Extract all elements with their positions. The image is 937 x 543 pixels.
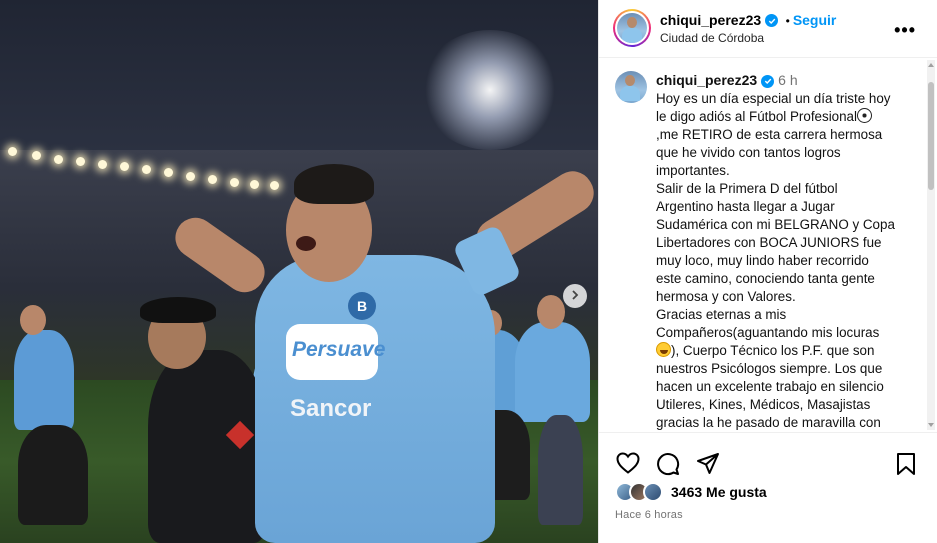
stadium-light — [8, 147, 17, 156]
header-title-row: chiqui_perez23 • Seguir — [660, 12, 836, 30]
background-player-head — [20, 305, 46, 335]
author-username[interactable]: chiqui_perez23 — [660, 12, 761, 28]
header-separator: • — [785, 14, 790, 28]
background-player — [14, 330, 74, 430]
comment-icon — [656, 453, 680, 480]
caption-line: gracias la he pasado de maravilla con — [656, 415, 881, 430]
bookmark-icon — [896, 453, 916, 480]
caption-line: importantes. — [656, 163, 730, 178]
caption-line: Argentino hasta llegar a Jugar — [656, 199, 835, 214]
main-player-mouth — [296, 236, 316, 251]
scroll-up-arrow-icon[interactable] — [928, 63, 934, 67]
follow-button[interactable]: Seguir — [793, 12, 837, 28]
caption-line: hacen un excelente trabajo en silencio — [656, 379, 884, 394]
scroll-down-arrow-icon[interactable] — [928, 423, 934, 427]
caption-line: muy loco, muy lindo haber recorrido — [656, 253, 869, 268]
more-options-button[interactable]: ••• — [894, 20, 916, 41]
stadium-light — [208, 175, 217, 184]
caption-line: Gracias eternas a mis — [656, 307, 787, 322]
comment-button[interactable] — [656, 452, 680, 481]
caption-scroll-area[interactable]: chiqui_perez23 6 h Hoy es un día especial… — [599, 59, 937, 431]
stadium-light — [120, 162, 129, 171]
liker-avatar — [643, 482, 663, 502]
share-button[interactable] — [696, 452, 720, 481]
caption-line: Utileres, Kines, Médicos, Masajistas — [656, 397, 871, 412]
post-actions: 3463 Me gusta Hace 6 horas — [599, 432, 937, 543]
background-player-head — [537, 295, 565, 329]
main-player-hair — [294, 164, 374, 204]
verified-icon — [765, 14, 779, 28]
stadium-light — [76, 157, 85, 166]
caption-line: Sudamérica con mi BELGRANO y Copa — [656, 217, 895, 232]
caption-line: Hoy es un día especial un día triste hoy — [656, 91, 891, 106]
avatar-image — [617, 13, 647, 43]
next-photo-button[interactable] — [563, 284, 587, 308]
caption-line: hermosa y con Valores. — [656, 289, 796, 304]
stadium-light — [54, 155, 63, 164]
caption-line: ), Cuerpo Técnico los P.F. que son — [671, 343, 875, 358]
caption-line: Salir de la Primera D del fútbol — [656, 181, 838, 196]
liker-avatars — [615, 482, 663, 502]
stadium-light — [270, 181, 279, 190]
caption-line: le digo adiós al Fútbol Profesional — [656, 109, 857, 124]
caption-line: este camino, conociendo tanta gente — [656, 271, 875, 286]
caption-line: que he vivido con tantos logros — [656, 145, 841, 160]
stadium-light — [230, 178, 239, 187]
caption-line: Compañeros(aguantando mis locuras — [656, 325, 880, 340]
background-player — [515, 322, 590, 422]
caption-line: ,me RETIRO de esta carrera hermosa — [656, 127, 883, 142]
stadium-floodlight-glow — [420, 30, 560, 150]
scrollbar-thumb[interactable] — [928, 82, 934, 190]
stadium-light — [164, 168, 173, 177]
avatar-image — [615, 71, 647, 103]
soccer-ball-icon — [856, 108, 872, 123]
stadium-light — [142, 165, 151, 174]
caption-line: Libertadores con BOCA JUNIORS fue — [656, 235, 882, 250]
caption-line: nuestros Psicólogos siempre. Los que — [656, 361, 883, 376]
post-header: chiqui_perez23 • Seguir Ciudad de Córdoba… — [599, 0, 937, 58]
caption-scrollbar[interactable] — [927, 60, 935, 430]
post-photo[interactable]: Persuave Sancor B — [0, 0, 598, 543]
jersey-sponsor2-text: Sancor — [290, 395, 372, 422]
like-button[interactable] — [616, 452, 640, 479]
post-caption: chiqui_perez23 6 h Hoy es un día especial… — [656, 71, 918, 431]
post-location[interactable]: Ciudad de Córdoba — [660, 31, 764, 45]
heart-icon — [616, 452, 640, 478]
laughing-emoji-icon — [656, 342, 671, 357]
share-icon — [696, 453, 720, 480]
staff-member-jacket — [148, 350, 266, 543]
stadium-light — [98, 160, 107, 169]
verified-icon — [761, 74, 775, 88]
caption-time: 6 h — [778, 72, 798, 88]
save-button[interactable] — [896, 452, 916, 481]
chevron-right-icon — [570, 287, 580, 305]
stadium-light — [186, 172, 195, 181]
caption-username[interactable]: chiqui_perez23 — [656, 72, 757, 88]
likes-count[interactable]: 3463 Me gusta — [671, 484, 767, 500]
jersey-crest: B — [348, 292, 376, 320]
background-player-shorts — [18, 425, 88, 525]
jersey-sponsor-text: Persuave — [292, 338, 386, 361]
background-player-jeans — [538, 415, 583, 525]
stadium-light — [250, 180, 259, 189]
author-avatar[interactable] — [613, 9, 651, 47]
stadium-light — [32, 151, 41, 160]
post-timestamp[interactable]: Hace 6 horas — [615, 509, 683, 521]
more-icon: ••• — [894, 20, 916, 40]
likes-summary[interactable]: 3463 Me gusta — [615, 482, 767, 502]
caption-author-avatar[interactable] — [615, 71, 647, 103]
post-sidebar: chiqui_perez23 • Seguir Ciudad de Córdoba… — [598, 0, 937, 543]
staff-member-cap — [140, 297, 216, 323]
